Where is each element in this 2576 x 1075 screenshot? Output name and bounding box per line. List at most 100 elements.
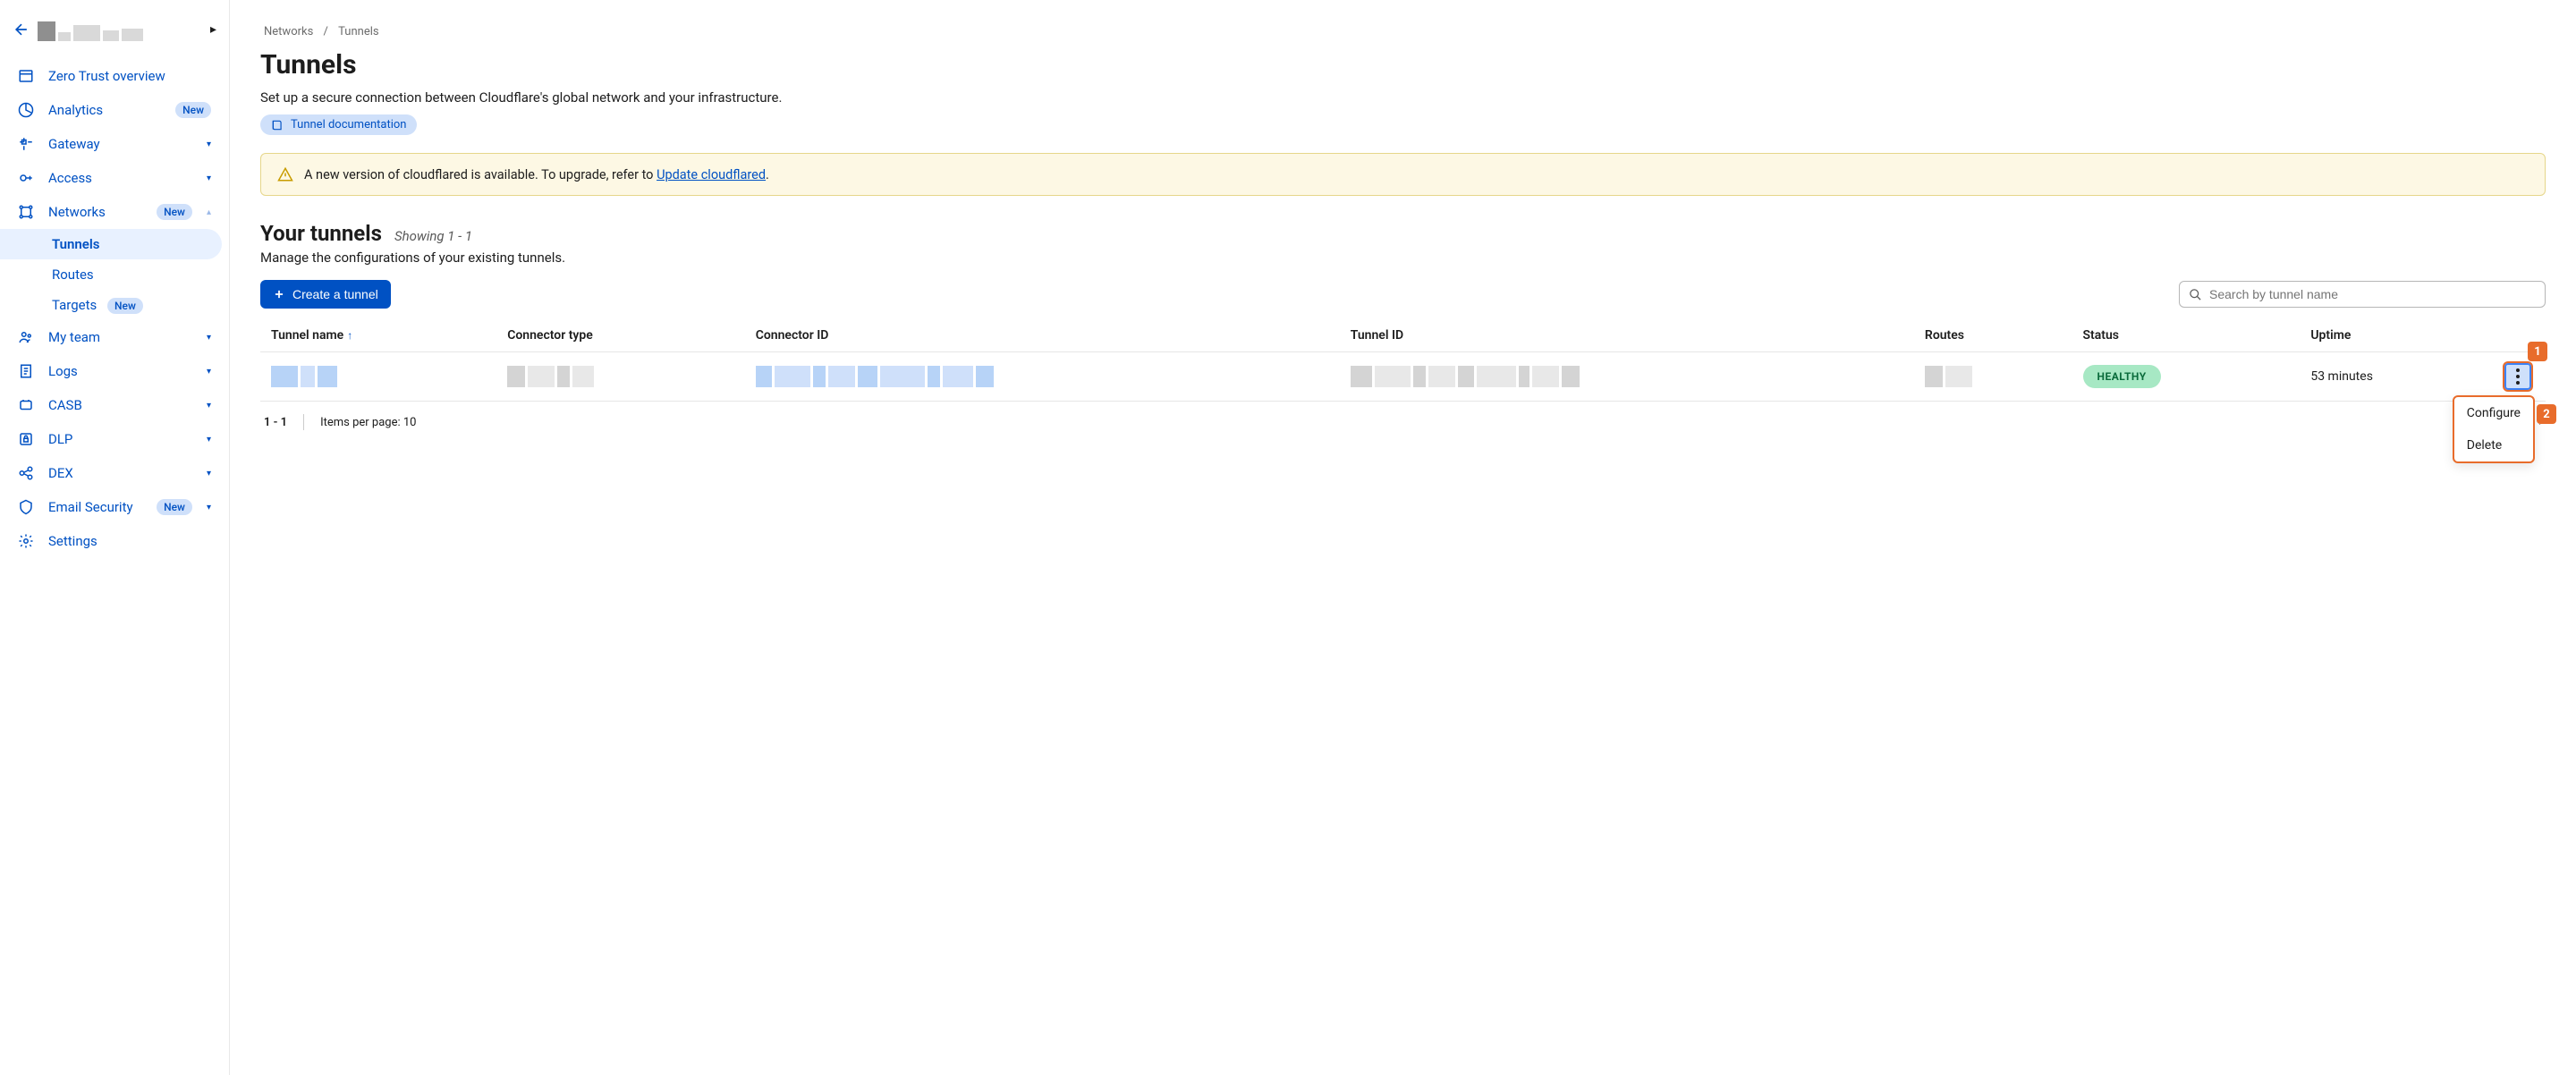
row-actions-button[interactable]: 1	[2503, 361, 2533, 392]
col-tunnel-id[interactable]: Tunnel ID	[1340, 319, 1914, 352]
new-badge: New	[175, 102, 211, 118]
col-uptime[interactable]: Uptime	[2300, 319, 2492, 352]
nav-label: My team	[48, 329, 192, 345]
alert-link[interactable]: Update cloudflared	[657, 167, 766, 182]
chevron-down-icon: ▾	[207, 367, 211, 377]
showing-count: Showing 1 - 1	[394, 228, 472, 244]
col-connector-id[interactable]: Connector ID	[745, 319, 1340, 352]
menu-configure[interactable]: Configure	[2454, 397, 2533, 429]
back-arrow-icon	[13, 21, 30, 38]
chevron-down-icon: ▾	[207, 435, 211, 444]
col-status[interactable]: Status	[2072, 319, 2301, 352]
sidebar-item-logs[interactable]: Logs ▾	[0, 354, 229, 388]
connector-id-redacted	[756, 366, 1329, 387]
search-box[interactable]	[2179, 281, 2546, 308]
col-connector-type[interactable]: Connector type	[496, 319, 745, 352]
col-routes[interactable]: Routes	[1914, 319, 2072, 352]
casb-icon	[18, 397, 34, 413]
routes-redacted	[1925, 366, 2062, 387]
search-input[interactable]	[2209, 287, 2536, 301]
nav-label: Settings	[48, 533, 211, 549]
chevron-down-icon: ▾	[207, 401, 211, 411]
logs-icon	[18, 363, 34, 379]
plus-icon	[273, 288, 285, 300]
pie-icon	[18, 102, 34, 118]
access-icon	[18, 170, 34, 186]
page-description: Set up a secure connection between Cloud…	[260, 89, 2546, 106]
table-row[interactable]: HEALTHY 53 minutes 1 Configure Delete 2	[260, 352, 2546, 402]
alert-text: A new version of cloudflared is availabl…	[304, 167, 657, 182]
sidebar-item-settings[interactable]: Settings	[0, 524, 229, 558]
uptime-cell: 53 minutes	[2300, 352, 2492, 402]
nav-label: Email Security	[48, 499, 142, 515]
main-content: Networks / Tunnels Tunnels Set up a secu…	[230, 0, 2576, 1075]
col-tunnel-name[interactable]: Tunnel name↑	[260, 319, 496, 352]
chevron-up-icon: ▴	[207, 207, 211, 217]
sidebar-item-dlp[interactable]: DLP ▾	[0, 422, 229, 456]
doc-link[interactable]: Tunnel documentation	[260, 114, 417, 135]
chevron-down-icon: ▾	[207, 333, 211, 343]
nav-label: CASB	[48, 397, 192, 413]
section-heading: Your tunnels	[260, 221, 382, 246]
sort-asc-icon: ↑	[347, 329, 352, 342]
gear-icon	[18, 533, 34, 549]
pagination: 1 - 1 Items per page: 10 ‹ ›	[260, 402, 2546, 443]
nav-label: DEX	[48, 465, 192, 481]
nav-label: Zero Trust overview	[48, 68, 211, 84]
sidebar-item-analytics[interactable]: Analytics New	[0, 93, 229, 127]
gateway-icon	[18, 136, 34, 152]
sidebar-sub-targets[interactable]: Targets New	[0, 290, 229, 320]
tunnel-id-redacted	[1351, 366, 1903, 387]
breadcrumb-parent[interactable]: Networks	[264, 25, 313, 38]
doc-link-label: Tunnel documentation	[291, 118, 406, 131]
items-per-page[interactable]: Items per page: 10	[320, 416, 416, 429]
nav-label: Logs	[48, 363, 192, 379]
callout-2: 2	[2537, 404, 2556, 424]
new-badge: New	[157, 499, 192, 515]
nav-label: Access	[48, 170, 192, 186]
chevron-right-icon: ▸	[210, 22, 216, 37]
breadcrumb: Networks / Tunnels	[260, 25, 2546, 38]
new-badge: New	[107, 298, 143, 314]
team-icon	[18, 329, 34, 345]
search-icon	[2189, 288, 2202, 301]
sidebar-item-myteam[interactable]: My team ▾	[0, 320, 229, 354]
sidebar-sub-routes[interactable]: Routes	[0, 259, 229, 290]
chevron-down-icon: ▾	[207, 503, 211, 512]
chevron-down-icon: ▾	[207, 469, 211, 478]
window-icon	[18, 68, 34, 84]
email-icon	[18, 499, 34, 515]
nav-label: Targets	[52, 297, 97, 313]
upgrade-alert: A new version of cloudflared is availabl…	[260, 153, 2546, 196]
kebab-icon	[2516, 368, 2520, 385]
new-badge: New	[157, 204, 192, 220]
sidebar-item-dex[interactable]: DEX ▾	[0, 456, 229, 490]
dlp-icon	[18, 431, 34, 447]
callout-1: 1	[2528, 342, 2547, 361]
status-badge: HEALTHY	[2083, 365, 2161, 388]
sidebar-item-gateway[interactable]: Gateway ▾	[0, 127, 229, 161]
sidebar-item-overview[interactable]: Zero Trust overview	[0, 59, 229, 93]
nav-label: Analytics	[48, 102, 161, 118]
create-button-label: Create a tunnel	[292, 287, 378, 301]
sidebar-item-access[interactable]: Access ▾	[0, 161, 229, 195]
tunnels-table: Tunnel name↑ Connector type Connector ID…	[260, 319, 2546, 402]
create-tunnel-button[interactable]: Create a tunnel	[260, 280, 391, 309]
sidebar-sub-tunnels[interactable]: Tunnels	[0, 229, 222, 259]
account-switcher[interactable]: ▸	[0, 7, 229, 59]
sidebar-item-networks[interactable]: Networks New ▴	[0, 195, 229, 229]
nav-label: Networks	[48, 204, 142, 220]
chevron-down-icon: ▾	[207, 140, 211, 149]
book-icon	[271, 119, 284, 131]
row-actions-menu: Configure Delete 2	[2453, 395, 2535, 463]
breadcrumb-current: Tunnels	[338, 25, 378, 38]
dex-icon	[18, 465, 34, 481]
nav-label: Gateway	[48, 136, 192, 152]
sidebar-item-casb[interactable]: CASB ▾	[0, 388, 229, 422]
menu-delete[interactable]: Delete	[2454, 429, 2533, 461]
nav-label: DLP	[48, 431, 192, 447]
warning-icon	[277, 166, 293, 182]
network-icon	[18, 204, 34, 220]
sidebar-item-email-security[interactable]: Email Security New ▾	[0, 490, 229, 524]
tunnel-name-redacted	[271, 366, 486, 387]
